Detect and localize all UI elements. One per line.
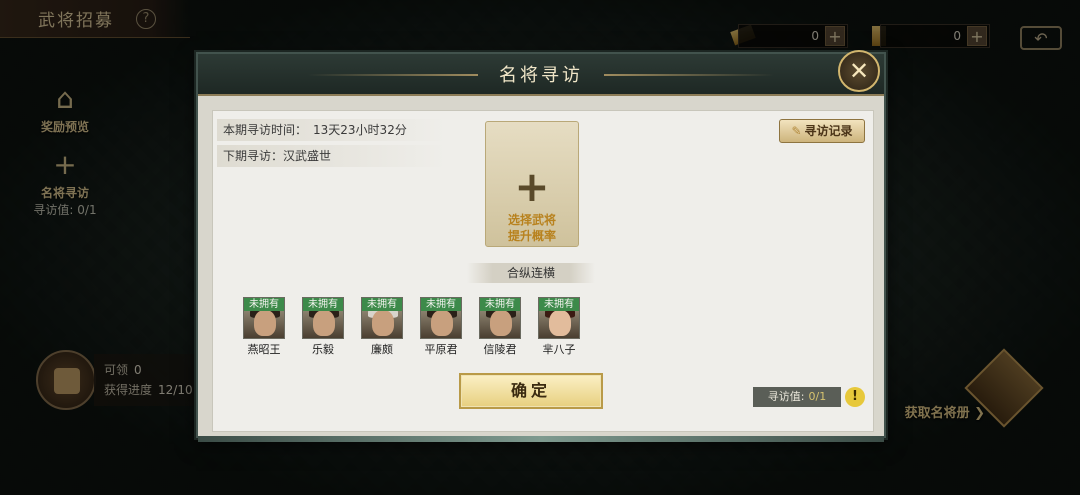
- next-period-value: 汉武盛世: [283, 149, 332, 163]
- visit-value-display: 寻访值: 0/1: [753, 387, 841, 407]
- hero-name: 芈八子: [542, 343, 576, 356]
- next-period-label: 下期寻访：: [223, 149, 284, 163]
- hero-portrait: 未拥有: [479, 297, 521, 339]
- hero-card[interactable]: 未拥有 芈八子: [538, 297, 580, 357]
- brush-icon: ✎: [791, 124, 802, 138]
- hero-card[interactable]: 未拥有 信陵君: [479, 297, 521, 357]
- visit-record-label: 寻访记录: [804, 124, 853, 138]
- hero-portrait: 未拥有: [243, 297, 285, 339]
- hero-card[interactable]: 未拥有 乐毅: [302, 297, 344, 357]
- hero-card[interactable]: 未拥有 燕昭王: [243, 297, 285, 357]
- not-owned-tag: 未拥有: [303, 298, 343, 311]
- next-period-row: 下期寻访：汉武盛世: [217, 145, 447, 167]
- hero-name: 乐毅: [312, 343, 334, 356]
- famous-visit-dialog: 名将寻访 ✕ 本期寻访时间： 13天23小时32分 下期寻访：汉武盛世 + 选择武…: [196, 50, 886, 442]
- confirm-button[interactable]: 确定: [459, 373, 603, 409]
- select-general-line1: 选择武将: [507, 213, 556, 227]
- select-general-slot[interactable]: + 选择武将 提升概率: [485, 121, 579, 247]
- hero-card[interactable]: 未拥有 平原君: [420, 297, 462, 357]
- hero-name: 平原君: [424, 343, 458, 356]
- header-ornament-right: [604, 74, 774, 76]
- dialog-header: 名将寻访 ✕: [198, 50, 884, 96]
- hero-portrait: 未拥有: [420, 297, 462, 339]
- period-time-row: 本期寻访时间： 13天23小时32分: [217, 119, 447, 141]
- select-general-line2: 提升概率: [507, 229, 556, 243]
- not-owned-tag: 未拥有: [362, 298, 402, 311]
- hero-list: 未拥有 燕昭王 未拥有 乐毅 未拥有 廉颇 未拥有 平原君 未拥有 信陵君 未拥…: [243, 297, 580, 357]
- hero-card[interactable]: 未拥有 廉颇: [361, 297, 403, 357]
- hero-name: 燕昭王: [247, 343, 281, 356]
- dialog-content: 本期寻访时间： 13天23小时32分 下期寻访：汉武盛世 + 选择武将 提升概率 …: [212, 110, 874, 432]
- not-owned-tag: 未拥有: [480, 298, 520, 311]
- header-ornament-left: [308, 74, 478, 76]
- visit-value-label: 寻访值:: [767, 390, 805, 403]
- hero-name: 廉颇: [371, 343, 393, 356]
- visit-record-button[interactable]: ✎ 寻访记录: [779, 119, 865, 143]
- hero-name: 信陵君: [483, 343, 517, 356]
- period-time-label: 本期寻访时间：: [223, 123, 308, 137]
- section-title: 合纵连横: [467, 263, 595, 283]
- hero-portrait: 未拥有: [361, 297, 403, 339]
- not-owned-tag: 未拥有: [421, 298, 461, 311]
- plus-icon: +: [514, 162, 550, 211]
- not-owned-tag: 未拥有: [539, 298, 579, 311]
- hero-portrait: 未拥有: [538, 297, 580, 339]
- dialog-footer-border: [198, 436, 884, 442]
- period-time-value: 13天23小时32分: [313, 123, 407, 137]
- dialog-title: 名将寻访: [499, 65, 583, 86]
- info-icon[interactable]: !: [845, 387, 865, 407]
- not-owned-tag: 未拥有: [244, 298, 284, 311]
- hero-portrait: 未拥有: [302, 297, 344, 339]
- close-button[interactable]: ✕: [838, 50, 880, 92]
- visit-value-number: 0/1: [808, 390, 827, 403]
